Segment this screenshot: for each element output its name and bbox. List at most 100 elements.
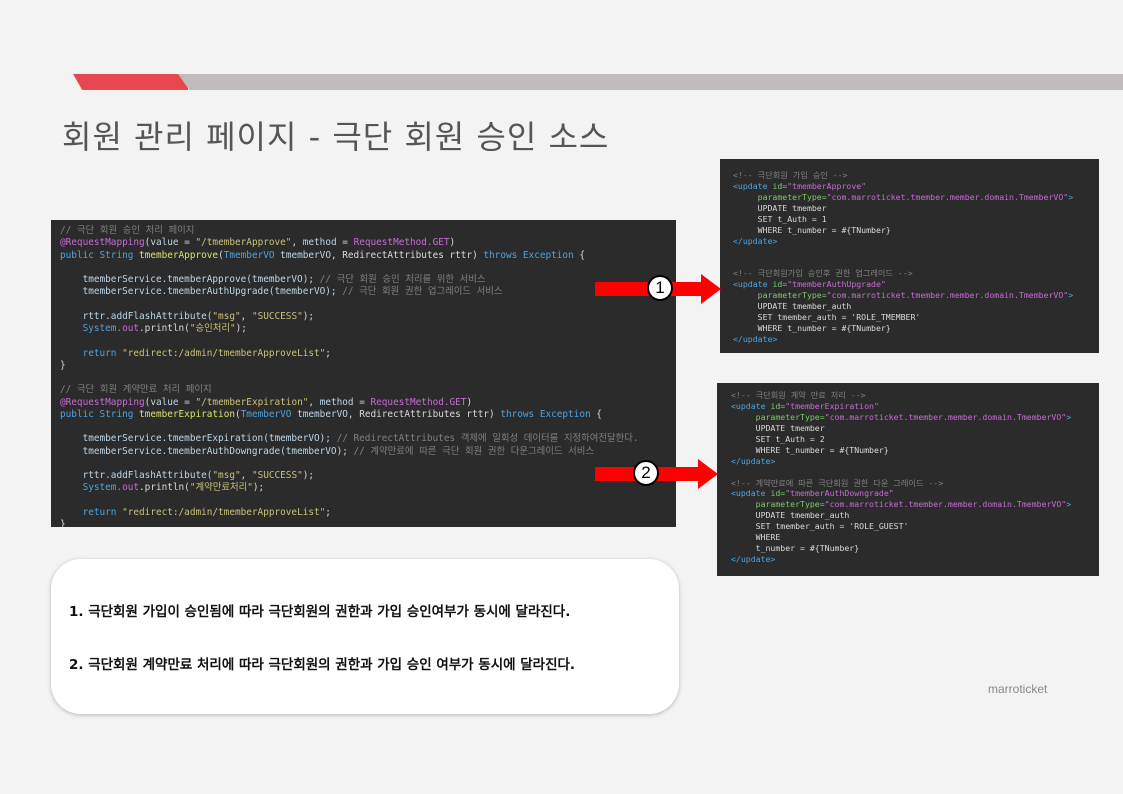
- code-line: rttr.addFlashAttribute("msg", "SUCCESS")…: [60, 311, 667, 323]
- code-line: </update>: [731, 456, 1085, 467]
- code-token: @RequestMapping: [60, 237, 145, 249]
- code-token: <!-- 극단회원 계약 만료 처리 -->: [731, 390, 866, 400]
- code-token: "redirect:/admin/tmemberApproveList": [122, 347, 326, 359]
- java-code-block: // 극단 회원 승인 처리 페이지 @RequestMapping(value …: [51, 220, 676, 527]
- code-line: SET t_Auth = 2: [731, 434, 1085, 445]
- code-token: parameterType=: [733, 191, 827, 202]
- code-token: TmemberVO: [240, 408, 298, 420]
- code-token: parameterType=: [731, 499, 825, 510]
- code-token: "com.marroticket.tmember.member.domain.T…: [824, 411, 1067, 422]
- code-token: return: [60, 506, 123, 518]
- code-token: <update: [733, 180, 773, 191]
- code-token: WHERE: [731, 532, 781, 543]
- code-line: </update>: [733, 236, 1086, 247]
- code-line: }: [60, 360, 667, 372]
- code-token: out: [122, 482, 140, 494]
- code-token: throws: [483, 249, 523, 261]
- code-token: t_number = #{TNumber}: [731, 543, 860, 554]
- code-token: RequestMethod.GET: [370, 396, 467, 408]
- marker-one: 1: [647, 275, 673, 301]
- code-line: SET tmember_auth = 'ROLE_GUEST': [731, 521, 1085, 532]
- code-token: String: [99, 408, 140, 420]
- code-token: {: [590, 408, 602, 420]
- code-token: {: [573, 249, 586, 261]
- code-token: tmemberVO: [280, 249, 331, 261]
- code-token: "msg": [212, 310, 241, 322]
- code-token: , RedirectAttributes rttr): [347, 408, 501, 420]
- code-token: <update: [731, 488, 771, 499]
- code-token: "msg": [212, 470, 241, 481]
- code-token: WHERE t_number = #{TNumber}: [731, 444, 889, 455]
- code-token: );: [302, 470, 315, 481]
- code-token: ,: [240, 470, 252, 481]
- code-token: tmemberService.tmemberAuthDowngrade(tmem…: [60, 445, 354, 457]
- code-line: <update id="tmemberApprove": [733, 181, 1086, 192]
- code-line: return "redirect:/admin/tmemberApproveLi…: [60, 507, 667, 519]
- code-token: <!-- 극단회원 가입 승인 -->: [733, 170, 848, 180]
- code-line: tmemberService.tmemberAuthUpgrade(tmembe…: [60, 286, 667, 298]
- code-line: <update id="tmemberExpiration": [731, 401, 1085, 412]
- code-token: "SUCCESS": [251, 310, 303, 322]
- code-token: @RequestMapping: [60, 396, 145, 408]
- code-token: tmemberExpiration: [139, 408, 235, 420]
- code-token: >: [1068, 290, 1074, 301]
- code-token: // 계약만료에 따른 극단 회원 권한 다운그레이드 서비스: [353, 445, 595, 457]
- code-line: tmemberService.tmemberApprove(tmemberVO)…: [60, 274, 667, 286]
- code-line: UPDATE tmember: [733, 203, 1086, 214]
- code-token: </update>: [733, 334, 778, 345]
- code-line: parameterType="com.marroticket.tmember.m…: [731, 412, 1085, 423]
- code-token: Exception: [539, 408, 591, 420]
- code-line: t_number = #{TNumber}: [731, 543, 1085, 554]
- code-token: ,: [308, 396, 320, 408]
- code-line: public String tmemberApprove(TmemberVO t…: [60, 250, 667, 262]
- code-token: "com.marroticket.tmember.member.domain.T…: [826, 191, 1069, 202]
- code-token: </update>: [731, 455, 776, 466]
- code-token: tmemberService.tmemberExpiration(tmember…: [60, 433, 337, 445]
- code-token: value: [150, 237, 179, 249]
- code-line: <!-- 극단회원가입 승인후 권한 업그레이드 -->: [733, 268, 1086, 279]
- code-token: </update>: [731, 554, 776, 565]
- code-token: </update>: [733, 235, 778, 246]
- code-token: >: [1068, 191, 1074, 202]
- code-token: rttr.addFlashAttribute(: [60, 470, 213, 481]
- code-token: rttr.addFlashAttribute(: [60, 310, 213, 322]
- code-token: "/tmemberApprove": [195, 237, 292, 249]
- code-token: =: [336, 237, 354, 249]
- code-line: }: [60, 519, 667, 527]
- code-line: tmemberService.tmemberAuthDowngrade(tmem…: [60, 446, 667, 458]
- code-line: WHERE t_number = #{TNumber}: [733, 323, 1086, 334]
- code-token: throws: [500, 408, 540, 420]
- code-token: );: [302, 310, 315, 322]
- code-token: .println(: [139, 482, 190, 494]
- code-line: public String tmemberExpiration(TmemberV…: [60, 409, 667, 421]
- code-token: "tmemberApprove": [787, 180, 867, 191]
- code-line: tmemberService.tmemberExpiration(tmember…: [60, 433, 667, 445]
- code-token: // 극단 회원 권한 업그레이드 서비스: [342, 286, 503, 298]
- code-token: tmemberService.tmemberApprove(tmemberVO)…: [60, 274, 320, 285]
- code-line: <!-- 극단회원 계약 만료 처리 -->: [731, 390, 1085, 401]
- code-line: @RequestMapping(value = "/tmemberExpirat…: [60, 397, 667, 409]
- code-token: <update: [733, 279, 773, 290]
- code-token: "com.marroticket.tmember.member.domain.T…: [826, 290, 1069, 301]
- code-token: public: [60, 408, 100, 420]
- code-token: "tmemberAuthUpgrade": [787, 279, 886, 290]
- code-token: , RedirectAttributes rttr): [330, 249, 484, 261]
- code-line: // 극단 회원 계약만료 처리 페이지: [60, 384, 667, 396]
- code-token: SET t_Auth = 2: [731, 433, 825, 444]
- notes-box: 1. 극단회원 가입이 승인됨에 따라 극단회원의 권한과 가입 승인여부가 동…: [51, 559, 679, 714]
- code-line: return "redirect:/admin/tmemberApproveLi…: [60, 348, 667, 360]
- code-token: method: [319, 396, 354, 408]
- code-token: ,: [291, 237, 303, 249]
- code-line: parameterType="com.marroticket.tmember.m…: [733, 290, 1086, 301]
- code-token: String: [99, 249, 140, 261]
- code-line: UPDATE tmember: [731, 423, 1085, 434]
- code-line: SET t_Auth = 1: [733, 214, 1086, 225]
- code-token: ;: [325, 506, 331, 518]
- code-token: >: [1066, 499, 1072, 510]
